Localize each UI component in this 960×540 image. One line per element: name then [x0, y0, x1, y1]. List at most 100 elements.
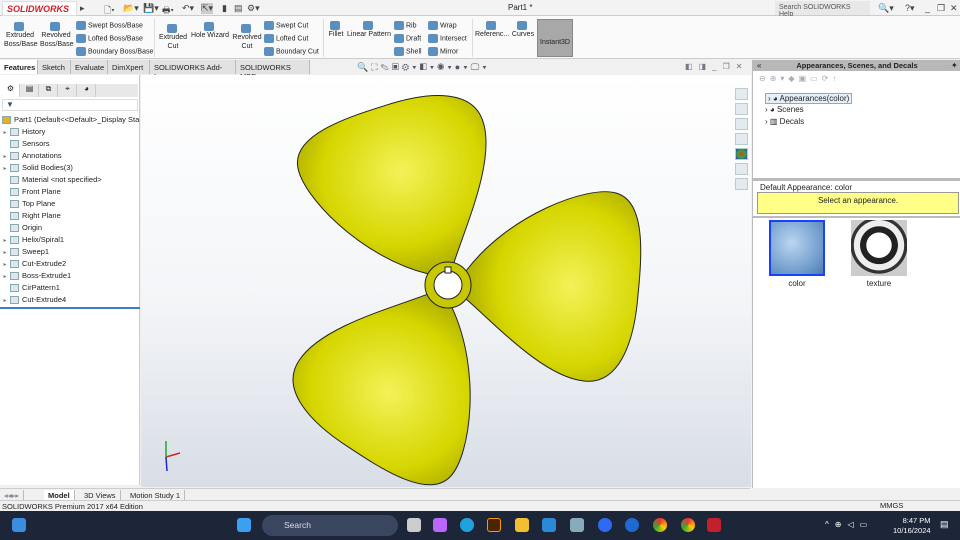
wrap-button[interactable]: Wrap [428, 21, 457, 30]
mail-icon[interactable] [542, 518, 556, 532]
tree-item[interactable]: Right Plane [0, 211, 61, 221]
expand-arrow-icon[interactable]: ▸ [0, 165, 10, 172]
copilot-icon[interactable] [433, 518, 447, 532]
restore-button[interactable]: ❐ [937, 3, 945, 14]
hole-wizard-button[interactable]: Hole Wizard [190, 22, 230, 40]
propeller-model[interactable] [141, 75, 751, 487]
collapse-icon[interactable]: « [757, 61, 761, 70]
tree-item[interactable]: Sensors [0, 139, 50, 149]
solidworks-taskbar-icon[interactable] [707, 518, 721, 532]
tab-evaluate[interactable]: Evaluate [71, 60, 108, 74]
chrome-icon[interactable] [653, 518, 667, 532]
menu-expand-icon[interactable]: ▸ [80, 3, 85, 14]
tree-scenes[interactable]: › ◕ Scenes [765, 105, 804, 114]
tree-item[interactable]: Front Plane [0, 187, 61, 197]
lofted-cut-button[interactable]: Lofted Cut [264, 34, 308, 43]
task-view-icon[interactable] [407, 518, 421, 532]
revolved-boss-button[interactable]: Revolved Boss/Base [40, 22, 73, 49]
graphics-area[interactable] [141, 75, 751, 487]
expand-arrow-icon[interactable]: ▸ [0, 297, 10, 304]
tab-sketch[interactable]: Sketch [38, 60, 71, 74]
system-tray-icons[interactable]: ^⊕◁▭ [825, 520, 873, 529]
tree-item[interactable]: Material <not specified> [0, 175, 102, 185]
viewport-window-controls[interactable]: ◧◨_❐✕ [685, 62, 748, 71]
taskbar-search[interactable]: Search [262, 515, 398, 536]
draft-button[interactable]: Draft [394, 34, 421, 43]
extruded-boss-button[interactable]: Extruded Boss/Base [4, 22, 37, 49]
rebuild-icon[interactable]: ▮ [222, 3, 227, 14]
tree-item[interactable]: ▸ History [0, 127, 45, 137]
expand-arrow-icon[interactable]: ▸ [0, 273, 10, 280]
t-app-icon[interactable] [625, 518, 639, 532]
tree-item[interactable]: Origin [0, 223, 42, 233]
mirror-button[interactable]: Mirror [428, 47, 458, 56]
home-tab-icon[interactable] [735, 88, 748, 100]
help-icon[interactable]: ?▾ [905, 3, 915, 14]
tree-item[interactable]: Top Plane [0, 199, 55, 209]
shell-button[interactable]: Shell [394, 47, 422, 56]
open-file-icon[interactable]: 📂▾ [123, 3, 139, 14]
zoom-icon[interactable] [598, 518, 612, 532]
appearances-tab-icon[interactable] [735, 148, 748, 160]
tree-item[interactable]: ▸ Helix/Spiral1 [0, 235, 64, 245]
expand-arrow-icon[interactable]: ▸ [0, 249, 10, 256]
navigation-toolbar[interactable]: ⊖⊕▾◆▣▭⟳↑ [759, 74, 840, 83]
dimxpert-tab-icon[interactable]: ⌖ [59, 84, 77, 97]
linear-pattern-button[interactable]: Linear Pattern [346, 21, 392, 39]
tree-item[interactable]: ▸ Annotations [0, 151, 62, 161]
featuremanager-tab-icon[interactable]: ⚙ [2, 84, 20, 97]
expand-arrow-icon[interactable]: ▸ [0, 237, 10, 244]
expand-arrow-icon[interactable]: ▸ [0, 129, 10, 136]
edge-icon[interactable] [460, 518, 474, 532]
configuration-tab-icon[interactable]: ⧉ [40, 84, 58, 97]
tree-decals[interactable]: › ▥ Decals [765, 117, 804, 126]
tab-mbd[interactable]: SOLIDWORKS MBD [236, 60, 310, 81]
file-explorer-tab-icon[interactable] [735, 118, 748, 130]
swept-cut-button[interactable]: Swept Cut [264, 21, 308, 30]
swept-boss-button[interactable]: Swept Boss/Base [76, 21, 143, 30]
splitter[interactable] [753, 216, 960, 218]
solidworks-logo[interactable]: SOLIDWORKS [2, 1, 77, 16]
filter-icon[interactable]: ▼ [2, 99, 138, 111]
tree-item[interactable]: ▸ Sweep1 [0, 247, 49, 257]
intersect-button[interactable]: Intersect [428, 34, 467, 43]
color-thumbnail[interactable] [769, 220, 825, 276]
tree-item[interactable]: ▸ Cut-Extrude4 [0, 295, 66, 305]
texture-thumbnail[interactable] [851, 220, 907, 276]
view-palette-tab-icon[interactable] [735, 133, 748, 145]
display-manager-tab-icon[interactable]: ◕ [78, 84, 96, 97]
tree-item[interactable]: ▸ Solid Bodies(3) [0, 163, 73, 173]
pin-icon[interactable]: ✦ [951, 61, 958, 70]
tree-rollback-bar[interactable] [0, 307, 140, 309]
clock[interactable]: 8:47 PM 10/16/2024 [893, 516, 931, 536]
tree-appearances[interactable]: › ◕ Appearances(color) [765, 93, 853, 104]
heads-up-view-toolbar[interactable]: 🔍⛶✎▣⚙▾◧▾◉▾●▾🖵▾ [357, 62, 490, 73]
resources-tab-icon[interactable] [735, 103, 748, 115]
boundary-boss-button[interactable]: Boundary Boss/Base [76, 47, 153, 56]
revolved-cut-button[interactable]: Revolved Cut [231, 24, 263, 51]
file-explorer-icon[interactable] [515, 518, 529, 532]
boundary-cut-button[interactable]: Boundary Cut [264, 47, 319, 56]
expand-arrow-icon[interactable]: ▸ [0, 153, 10, 160]
options-gear-icon[interactable]: ⚙▾ [247, 3, 260, 14]
app-icon[interactable] [570, 518, 584, 532]
notification-icon[interactable]: ▤ [940, 519, 949, 530]
instant3d-button[interactable]: Instant3D [537, 19, 573, 57]
reference-geometry-button[interactable]: Referenc... [475, 21, 509, 39]
tab-features[interactable]: Features [0, 60, 38, 74]
illustrator-icon[interactable] [487, 518, 501, 532]
forum-tab-icon[interactable] [735, 178, 748, 190]
widgets-icon[interactable] [12, 518, 26, 532]
tree-root-part[interactable]: Part1 (Default<<Default>_Display Sta [2, 115, 139, 125]
select-icon[interactable]: ⇱▾ [201, 3, 214, 14]
expand-arrow-icon[interactable]: ▸ [0, 261, 10, 268]
undo-icon[interactable]: ↶▾ [182, 3, 194, 14]
propertymanager-tab-icon[interactable]: ▤ [21, 84, 39, 97]
fillet-button[interactable]: Fillet [326, 21, 346, 39]
tree-item[interactable]: ▸ Boss-Extrude1 [0, 271, 71, 281]
chrome-profile-icon[interactable] [681, 518, 695, 532]
start-icon[interactable] [237, 518, 251, 532]
curves-button[interactable]: Curves [511, 21, 535, 39]
tree-item[interactable]: CirPattern1 [0, 283, 60, 293]
custom-properties-tab-icon[interactable] [735, 163, 748, 175]
